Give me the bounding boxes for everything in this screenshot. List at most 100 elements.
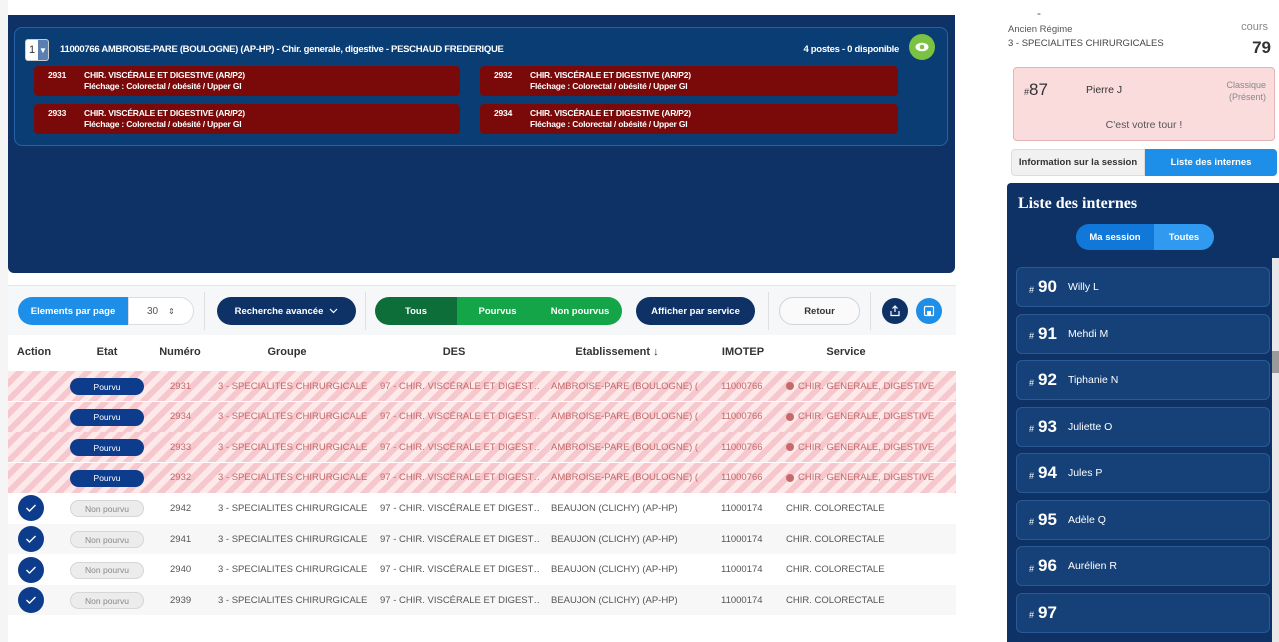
status-badge: Pourvu: [70, 378, 144, 395]
status-badge: Non pourvu: [70, 592, 144, 610]
cell-groupe: 3 - SPECIALITES CHIRURGICALES: [218, 411, 368, 423]
cell-numero: 2934: [170, 411, 192, 423]
post-card[interactable]: 2934 CHIR. VISCÉRALE ET DIGESTIVE (AR/P2)…: [480, 104, 898, 134]
cell-numero: 2942: [170, 502, 192, 514]
intern-row[interactable]: #97: [1016, 592, 1270, 633]
table-row[interactable]: Pourvu 2934 3 - SPECIALITES CHIRURGICALES 9…: [8, 401, 956, 432]
table-row[interactable]: Pourvu 2931 3 - SPECIALITES CHIRURGICALES 9…: [8, 371, 956, 401]
table-row[interactable]: Pourvu 2932 3 - SPECIALITES CHIRURGICALES 9…: [8, 462, 956, 493]
post-sub: Fléchage : Colorectal / obésité / Upper …: [84, 119, 242, 129]
cell-service: CHIR. GENERALE, DIGESTIVE: [786, 432, 956, 462]
intern-number: 96: [1038, 556, 1057, 575]
interns-panel: Liste des internes Ma session Toutes #90…: [1007, 183, 1279, 642]
info-icon: [786, 473, 794, 482]
intern-number: 97: [1038, 602, 1057, 622]
tab-interns-list[interactable]: Liste des internes: [1145, 149, 1277, 176]
hash-sign: #: [1029, 517, 1035, 527]
cell-des: 97 - CHIR. VISCÉRALE ET DIGEST…: [380, 502, 540, 514]
status-badge: Pourvu: [70, 439, 144, 457]
post-title: CHIR. VISCÉRALE ET DIGESTIVE (AR/P2): [84, 108, 245, 118]
filter-filled-button[interactable]: Pourvus: [457, 297, 538, 325]
cell-service: CHIR. GENERALE, DIGESTIVE: [786, 402, 956, 432]
header-groupe[interactable]: Groupe: [267, 346, 306, 358]
filter-all-button[interactable]: Tous: [375, 297, 457, 325]
intern-name: Tiphanie N: [1067, 374, 1119, 386]
intern-number: 91: [1038, 323, 1057, 343]
intern-row[interactable]: #94 Jules P: [1016, 453, 1270, 493]
cell-etablissement: BEAUJON (CLICHY) (AP-HP): [551, 533, 678, 545]
export-icon[interactable]: [882, 298, 908, 324]
scrollbar[interactable]: [1272, 258, 1279, 642]
advanced-search-button[interactable]: Recherche avancée: [217, 297, 356, 325]
save-icon[interactable]: [916, 298, 942, 324]
cell-imotep: 11000766: [721, 441, 763, 453]
header-service[interactable]: Service: [826, 346, 865, 358]
current-turn-card: #87 Pierre J Classique (Présent) C'est v…: [1013, 67, 1275, 141]
rank-select[interactable]: 1 ▼: [25, 39, 49, 61]
filter-unfilled-button[interactable]: Non pourvus: [538, 297, 622, 325]
check-icon[interactable]: [18, 587, 44, 614]
post-title: CHIR. VISCÉRALE ET DIGESTIVE (AR/P2): [530, 108, 691, 118]
regime-label: Ancien Régime: [1008, 24, 1073, 35]
intern-number: 94: [1038, 463, 1057, 482]
hash-sign: #: [1029, 424, 1035, 434]
post-card[interactable]: 2933 CHIR. VISCÉRALE ET DIGESTIVE (AR/P2)…: [34, 104, 460, 134]
show-by-service-button[interactable]: Afficher par service: [636, 297, 755, 325]
check-icon[interactable]: [18, 526, 44, 552]
cell-service-text: CHIR. GENERALE, DIGESTIVE: [798, 441, 935, 453]
header-des[interactable]: DES: [443, 346, 466, 358]
table-row[interactable]: Pourvu 2933 3 - SPECIALITES CHIRURGICALES 9…: [8, 432, 956, 463]
cell-groupe: 3 - SPECIALITES CHIRURGICALES: [218, 594, 368, 606]
table-row[interactable]: Non pourvu 2939 3 - SPECIALITES CHIRURGICA…: [8, 585, 956, 616]
cell-numero: 2941: [170, 533, 192, 545]
intern-row[interactable]: #91 Mehdi M: [1016, 313, 1270, 354]
header-etat[interactable]: Etat: [97, 346, 118, 358]
interns-title: Liste des internes: [1018, 195, 1138, 212]
scrollbar-thumb[interactable]: [1272, 351, 1279, 373]
intern-row[interactable]: #92 Tiphanie N: [1016, 360, 1270, 400]
header-imotep[interactable]: IMOTEP: [722, 346, 764, 358]
divider: [204, 292, 205, 330]
cell-groupe: 3 - SPECIALITES CHIRURGICALES: [218, 472, 368, 484]
divider: [768, 292, 769, 330]
eye-icon[interactable]: [909, 34, 935, 60]
toggle-my-session[interactable]: Ma session: [1076, 224, 1154, 250]
header-numero[interactable]: Numéro: [159, 346, 201, 358]
cell-etablissement: BEAUJON (CLICHY) (AP-HP): [551, 594, 678, 606]
hash-sign: #: [1029, 284, 1035, 295]
toolbar: Elements par page 30 ⇕ Recherche avancée…: [8, 285, 956, 335]
intern-number: 93: [1038, 416, 1057, 436]
elements-per-page-select[interactable]: 30 ⇕: [128, 297, 194, 325]
tab-session-info[interactable]: Information sur la session: [1011, 149, 1145, 176]
check-icon[interactable]: [18, 495, 44, 522]
post-number: 2931: [48, 70, 67, 80]
header-etablissement[interactable]: Etablissement ↓: [575, 346, 658, 358]
toggle-all[interactable]: Toutes: [1154, 224, 1214, 250]
info-icon: [786, 382, 794, 390]
post-card[interactable]: 2932 CHIR. VISCÉRALE ET DIGESTIVE (AR/P2)…: [480, 66, 898, 96]
dash: -: [1037, 6, 1041, 20]
intern-row[interactable]: #96 Aurélien R: [1016, 546, 1270, 586]
intern-row[interactable]: #93 Juliette O: [1016, 406, 1270, 447]
post-card[interactable]: 2931 CHIR. VISCÉRALE ET DIGESTIVE (AR/P2)…: [34, 66, 460, 96]
intern-row[interactable]: #90 Willy L: [1016, 267, 1270, 307]
table-row[interactable]: Non pourvu 2941 3 - SPECIALITES CHIRURGICA…: [8, 524, 956, 554]
intern-name: Aurélien R: [1067, 560, 1117, 572]
cell-imotep: 11000174: [721, 594, 763, 606]
intern-name: Jules P: [1067, 467, 1103, 479]
back-button[interactable]: Retour: [779, 297, 860, 325]
cell-groupe: 3 - SPECIALITES CHIRURGICALES: [218, 564, 368, 576]
table-row[interactable]: Non pourvu 2942 3 - SPECIALITES CHIRURGICA…: [8, 493, 956, 524]
table-row[interactable]: Non pourvu 2940 3 - SPECIALITES CHIRURGICA…: [8, 554, 956, 585]
cell-etablissement: AMBROISE-PARE (BOULOGNE) (…: [551, 380, 699, 392]
info-icon: [786, 412, 794, 421]
check-icon[interactable]: [18, 556, 44, 583]
intern-row[interactable]: #95 Adèle Q: [1016, 499, 1270, 540]
info-icon: [786, 443, 794, 452]
session-toggle: Ma session Toutes: [1076, 224, 1214, 250]
specialty-label: 3 - SPECIALITES CHIRURGICALES: [1008, 38, 1164, 49]
post-number: 2933: [48, 108, 67, 118]
advanced-search-label: Recherche avancée: [234, 305, 324, 317]
cell-des: 97 - CHIR. VISCÉRALE ET DIGEST…: [380, 472, 540, 484]
post-number: 2932: [494, 70, 513, 80]
